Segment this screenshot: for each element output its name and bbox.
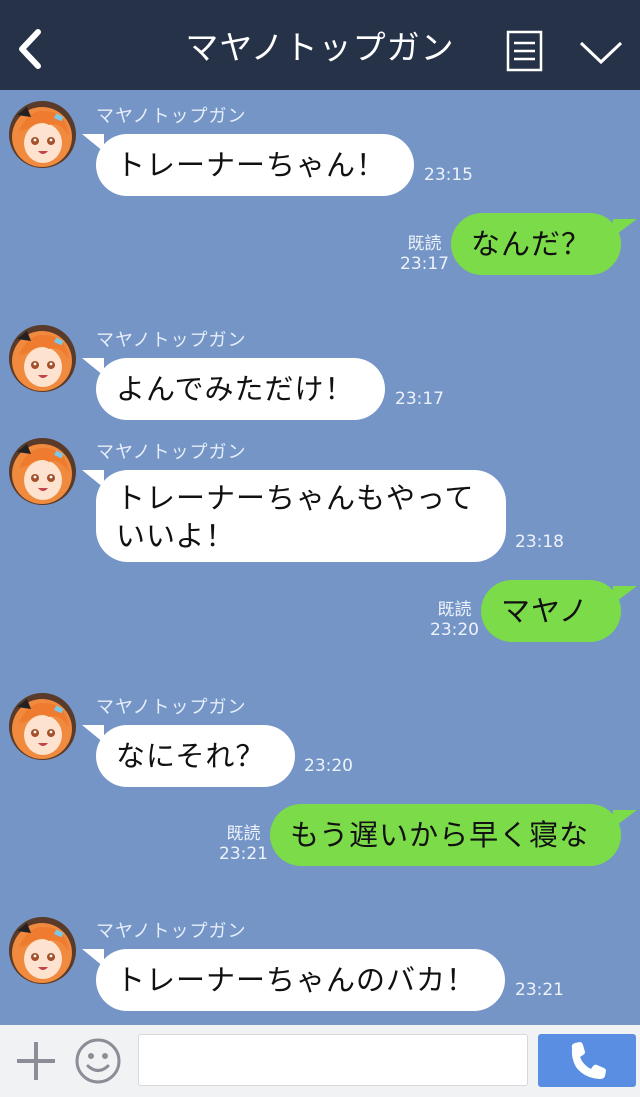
input-bar (0, 1025, 640, 1097)
message-bubble-outgoing[interactable]: なんだ？ (451, 213, 637, 275)
phone-icon (571, 1042, 606, 1079)
avatar-image (9, 693, 76, 760)
avatar-image (9, 917, 76, 984)
sender-name: マヤノトップガン (96, 442, 247, 463)
avatar[interactable] (9, 917, 76, 984)
message-time: 23:21 (515, 980, 564, 1000)
message-bubble-incoming[interactable]: よんでみただけ！ (82, 358, 385, 420)
message-time: 23:20 (304, 756, 353, 776)
plus-icon (17, 1042, 55, 1080)
message-text: トレーナーちゃんのバカ！ (116, 963, 477, 997)
message-text: よんでみただけ！ (116, 372, 355, 406)
message-text: もう遅いから早く寝な (290, 818, 590, 852)
read-label: 既読 (226, 824, 261, 844)
chevron-down-icon (579, 41, 623, 65)
sender-name: マヤノトップガン (96, 106, 247, 127)
avatar[interactable] (9, 438, 76, 505)
menu-button[interactable] (506, 30, 544, 72)
message-bubble-incoming[interactable]: トレーナーちゃんのバカ！ (82, 949, 505, 1011)
message-bubble-outgoing[interactable]: マヤノ (481, 580, 637, 642)
avatar-image (9, 101, 76, 168)
message-bubble-incoming[interactable]: なにそれ？ (82, 725, 295, 787)
message-time: 23:15 (424, 165, 473, 185)
message-text: マヤノ (501, 594, 589, 628)
message-text: なにそれ？ (116, 739, 266, 773)
menu-lines-icon (506, 30, 543, 72)
message-time: 23:20 (430, 620, 479, 640)
add-button[interactable] (14, 1039, 58, 1083)
message-bubble-incoming[interactable]: トレーナーちゃんもやって いいよ！ (82, 470, 506, 562)
message-time: 23:17 (395, 389, 444, 409)
dropdown-button[interactable] (578, 38, 624, 68)
read-receipt: 既読 23:17 (400, 234, 449, 274)
sender-name: マヤノトップガン (96, 697, 247, 718)
read-label: 既読 (407, 234, 442, 254)
read-receipt: 既読 23:20 (430, 600, 479, 640)
chat-area[interactable]: マヤノトップガン トレーナーちゃん！ 23:15 既読 23:17 なんだ？ マ… (0, 90, 640, 1025)
chat-header: マヤノトップガン (0, 0, 640, 90)
message-input[interactable] (138, 1034, 528, 1086)
avatar[interactable] (9, 325, 76, 392)
message-time: 23:17 (400, 254, 449, 274)
chat-title: マヤノトップガン (185, 28, 455, 67)
sender-name: マヤノトップガン (96, 921, 247, 942)
read-label: 既読 (437, 600, 472, 620)
message-bubble-outgoing[interactable]: もう遅いから早く寝な (270, 804, 637, 866)
message-text: なんだ？ (471, 227, 592, 261)
message-text-line: トレーナーちゃんもやって (116, 481, 475, 515)
message-text: トレーナーちゃん！ (116, 148, 387, 182)
message-time: 23:18 (515, 532, 564, 552)
read-receipt: 既読 23:21 (219, 824, 268, 864)
sender-name: マヤノトップガン (96, 330, 247, 351)
call-button[interactable] (538, 1034, 636, 1087)
avatar[interactable] (9, 101, 76, 168)
avatar-image (9, 438, 76, 505)
message-time: 23:21 (219, 844, 268, 864)
emoji-button[interactable] (74, 1037, 122, 1085)
smiley-icon (75, 1038, 121, 1084)
message-bubble-incoming[interactable]: トレーナーちゃん！ (82, 134, 414, 196)
avatar[interactable] (9, 693, 76, 760)
avatar-image (9, 325, 76, 392)
message-text-line: いいよ！ (116, 519, 236, 553)
